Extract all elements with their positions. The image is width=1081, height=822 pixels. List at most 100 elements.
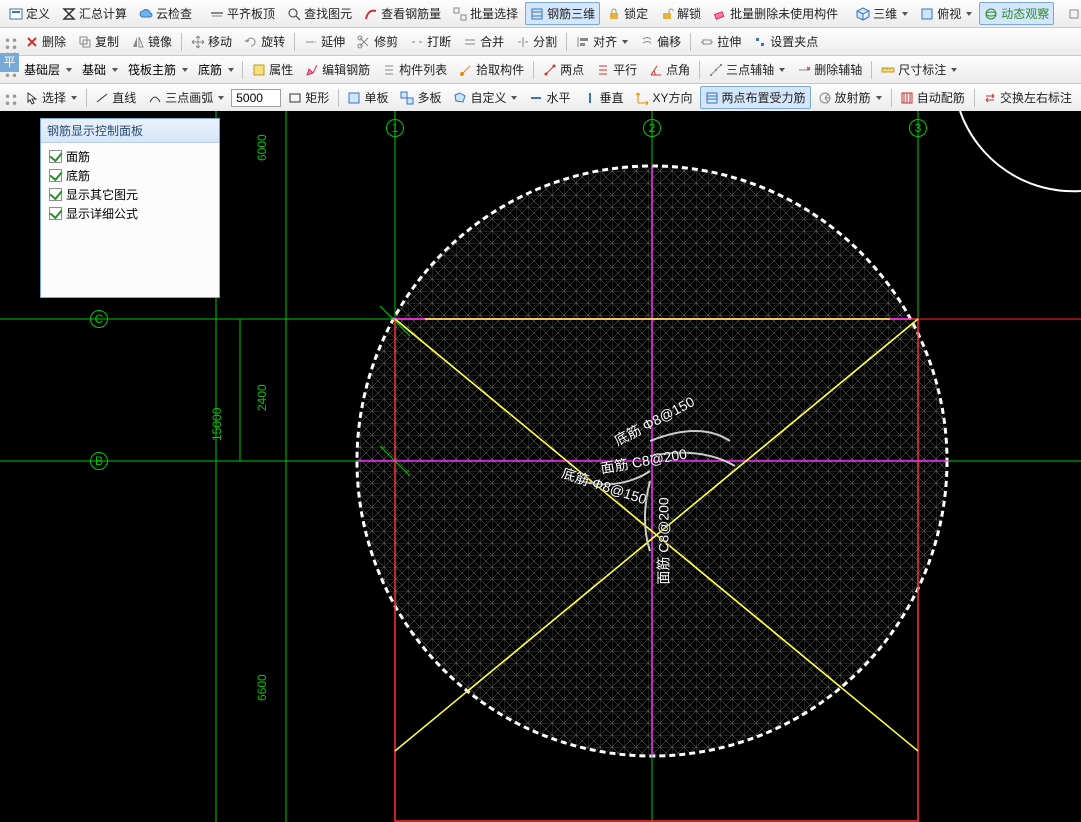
toolbar-edit: 删除 复制 镜像 移动 旋转 延伸 修剪 打断 合并 分割 对齐 偏移 拉伸 设… — [0, 28, 1081, 56]
member-dropdown[interactable]: 筏板主筋 — [124, 60, 192, 79]
rebar-display-panel[interactable]: 钢筋显示控制面板 面筋 底筋 显示其它图元 显示详细公式 — [40, 118, 220, 298]
align-button[interactable]: 对齐 — [571, 30, 633, 53]
break-button[interactable]: 打断 — [405, 30, 456, 53]
horiz-button[interactable]: 水平 — [524, 86, 575, 109]
attr-label: 属性 — [269, 61, 293, 78]
swaplr-button[interactable]: 交换左右标注 — [978, 86, 1077, 109]
local-button[interactable]: 局 — [1062, 2, 1081, 25]
arc3-button[interactable]: 三点画弧 — [143, 86, 229, 109]
single-button[interactable]: 单板 — [342, 86, 393, 109]
custom-button[interactable]: 自定义 — [448, 86, 522, 109]
move-icon — [191, 35, 205, 49]
findelem-label: 查找图元 — [304, 5, 352, 22]
memberlist-button[interactable]: 构件列表 — [377, 58, 452, 81]
rotate-label: 旋转 — [261, 33, 285, 50]
checkbox-icon[interactable] — [49, 150, 62, 163]
merge-button[interactable]: 合并 — [458, 30, 509, 53]
rotate-icon — [244, 35, 258, 49]
note-4: 面筋 C8@200 — [654, 497, 674, 584]
rebar3d-label: 钢筋三维 — [547, 5, 595, 22]
offset-button[interactable]: 偏移 — [635, 30, 686, 53]
autorebar-button[interactable]: 自动配筋 — [895, 86, 970, 109]
angle-icon — [649, 63, 663, 77]
trim-button[interactable]: 修剪 — [352, 30, 403, 53]
layer-dropdown[interactable]: 基础层 — [20, 60, 76, 79]
panel-title: 钢筋显示控制面板 — [41, 119, 219, 143]
mirror-icon — [131, 35, 145, 49]
twoptforce-label: 两点布置受力筋 — [722, 89, 806, 106]
panel-body: 面筋 底筋 显示其它图元 显示详细公式 — [41, 143, 219, 227]
twopt-button[interactable]: 两点 — [538, 58, 589, 81]
category-value: 基础 — [82, 61, 106, 78]
subtype-value: 底筋 — [198, 61, 222, 78]
delete-button[interactable]: 删除 — [20, 30, 71, 53]
setjig-button[interactable]: 设置夹点 — [748, 30, 823, 53]
viewrebar-button[interactable]: 查看钢筋量 — [359, 2, 446, 25]
twoptforce-button[interactable]: 两点布置受力筋 — [700, 86, 811, 109]
define-label: 定义 — [26, 5, 50, 22]
topview-button[interactable]: 俯视 — [915, 2, 977, 25]
setjig-label: 设置夹点 — [770, 33, 818, 50]
chk-row-3[interactable]: 显示详细公式 — [49, 204, 211, 223]
batchsel-label: 批量选择 — [470, 5, 518, 22]
sum-button[interactable]: 汇总计算 — [57, 2, 132, 25]
xy-button[interactable]: XY方向 — [631, 86, 698, 109]
define-button[interactable]: 定义 — [4, 2, 55, 25]
move-button[interactable]: 移动 — [186, 30, 237, 53]
category-dropdown[interactable]: 基础 — [78, 60, 122, 79]
attr-button[interactable]: 属性 — [247, 58, 298, 81]
mirror-button[interactable]: 镜像 — [126, 30, 177, 53]
value-input[interactable] — [231, 89, 281, 107]
rect-button[interactable]: 矩形 — [283, 86, 334, 109]
vert-button[interactable]: 垂直 — [578, 86, 629, 109]
parallel-button[interactable]: 平行 — [591, 58, 642, 81]
radial-button[interactable]: 放射筋 — [813, 86, 887, 109]
findelem-button[interactable]: 查找图元 — [282, 2, 357, 25]
batchdel-button[interactable]: 批量删除未使用构件 — [708, 2, 843, 25]
3d-button[interactable]: 三维 — [851, 2, 913, 25]
3d-label: 三维 — [873, 5, 897, 22]
chk-row-0[interactable]: 面筋 — [49, 147, 211, 166]
rotate-button[interactable]: 旋转 — [239, 30, 290, 53]
lock-button[interactable]: 锁定 — [602, 2, 653, 25]
pick-button[interactable]: 拾取构件 — [454, 58, 529, 81]
editrebar-button[interactable]: 编辑钢筋 — [300, 58, 375, 81]
merge-icon — [463, 35, 477, 49]
rebar3d-button[interactable]: 钢筋三维 — [525, 2, 600, 25]
cloud-button[interactable]: 云检查 — [134, 2, 197, 25]
checkbox-icon[interactable] — [49, 188, 62, 201]
custom-icon — [453, 91, 467, 105]
extend-button[interactable]: 延伸 — [299, 30, 350, 53]
flattop-button[interactable]: 平齐板顶 — [205, 2, 280, 25]
quickbar-tab[interactable]: 平 — [0, 53, 19, 72]
subtype-dropdown[interactable]: 底筋 — [194, 60, 238, 79]
angle-button[interactable]: 点角 — [644, 58, 695, 81]
checkbox-icon[interactable] — [49, 169, 62, 182]
unlock-icon — [660, 7, 674, 21]
select-button[interactable]: 选择 — [20, 86, 82, 109]
chk-row-2[interactable]: 显示其它图元 — [49, 185, 211, 204]
unlock-label: 解锁 — [677, 5, 701, 22]
checkbox-icon[interactable] — [49, 207, 62, 220]
line-button[interactable]: 直线 — [90, 86, 141, 109]
split-button[interactable]: 分割 — [511, 30, 562, 53]
unlock-button[interactable]: 解锁 — [655, 2, 706, 25]
copy-button[interactable]: 复制 — [73, 30, 124, 53]
dim-button[interactable]: 尺寸标注 — [876, 58, 962, 81]
dynview-button[interactable]: 动态观察 — [979, 2, 1054, 25]
rect-label: 矩形 — [305, 89, 329, 106]
split-label: 分割 — [533, 33, 557, 50]
horiz-label: 水平 — [546, 89, 570, 106]
batchsel-button[interactable]: 批量选择 — [448, 2, 523, 25]
cloud-icon — [139, 7, 153, 21]
stretch-button[interactable]: 拉伸 — [695, 30, 746, 53]
picker-icon — [459, 63, 473, 77]
editrebar-label: 编辑钢筋 — [322, 61, 370, 78]
multi-button[interactable]: 多板 — [395, 86, 446, 109]
line-icon — [95, 91, 109, 105]
chk-label: 面筋 — [66, 148, 90, 165]
delaux-button[interactable]: 删除辅轴 — [792, 58, 867, 81]
chk-row-1[interactable]: 底筋 — [49, 166, 211, 185]
threeptaux-button[interactable]: 三点辅轴 — [704, 58, 790, 81]
grip-icon — [4, 91, 18, 105]
